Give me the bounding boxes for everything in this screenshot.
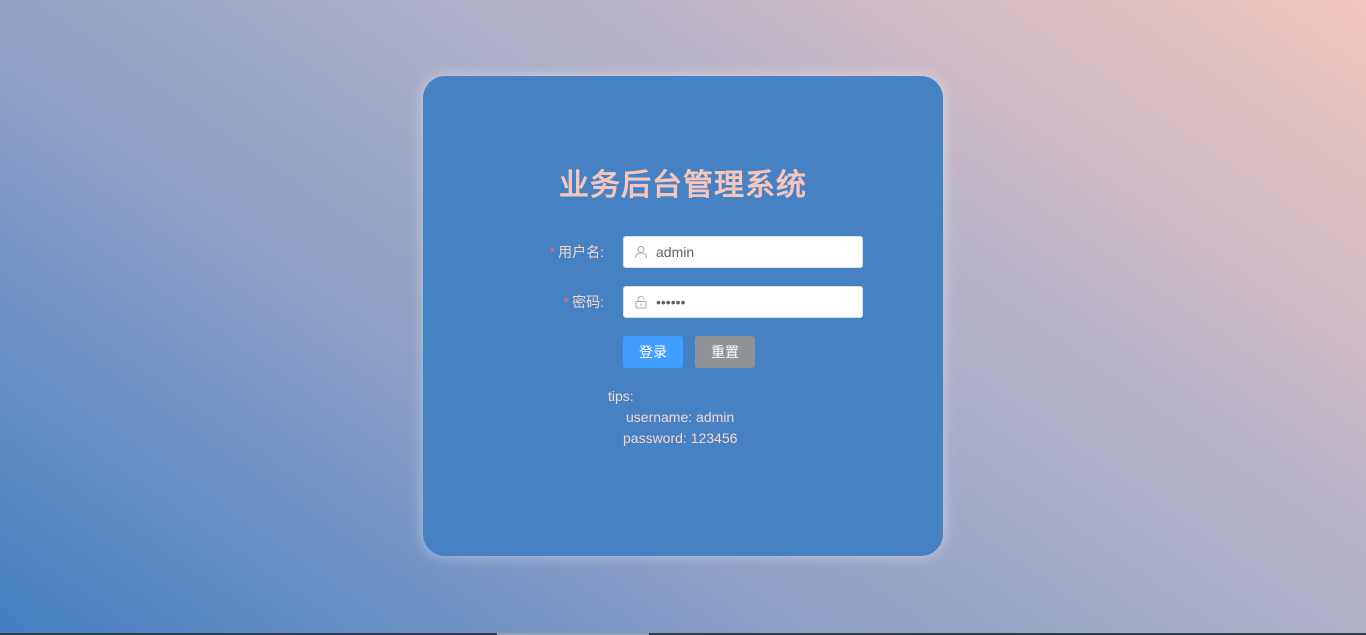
required-mark: * <box>563 294 570 310</box>
password-row: * 密码: •••••• <box>423 286 943 318</box>
username-label-text: 用户名: <box>558 244 604 260</box>
password-label: * 密码: <box>564 286 604 318</box>
username-field[interactable]: admin <box>623 236 863 268</box>
reset-button[interactable]: 重置 <box>695 336 755 368</box>
username-label: * 用户名: <box>550 236 604 268</box>
username-value: admin <box>656 244 695 260</box>
user-icon <box>634 245 648 259</box>
username-row: * 用户名: admin <box>423 236 943 268</box>
password-label-text: 密码: <box>572 294 604 310</box>
page-title: 业务后台管理系统 <box>559 169 807 202</box>
password-value: •••••• <box>656 294 686 310</box>
tips-password: password: 123456 <box>623 430 738 446</box>
login-button[interactable]: 登录 <box>623 336 683 368</box>
tips-username: username: admin <box>626 409 735 425</box>
password-field[interactable]: •••••• <box>623 286 863 318</box>
lock-icon <box>634 295 648 309</box>
tips-heading: tips: <box>608 388 634 404</box>
login-card: 业务后台管理系统 * 用户名: admin * 密码: •••••• 登录 重置… <box>423 76 943 556</box>
required-mark: * <box>549 244 556 260</box>
